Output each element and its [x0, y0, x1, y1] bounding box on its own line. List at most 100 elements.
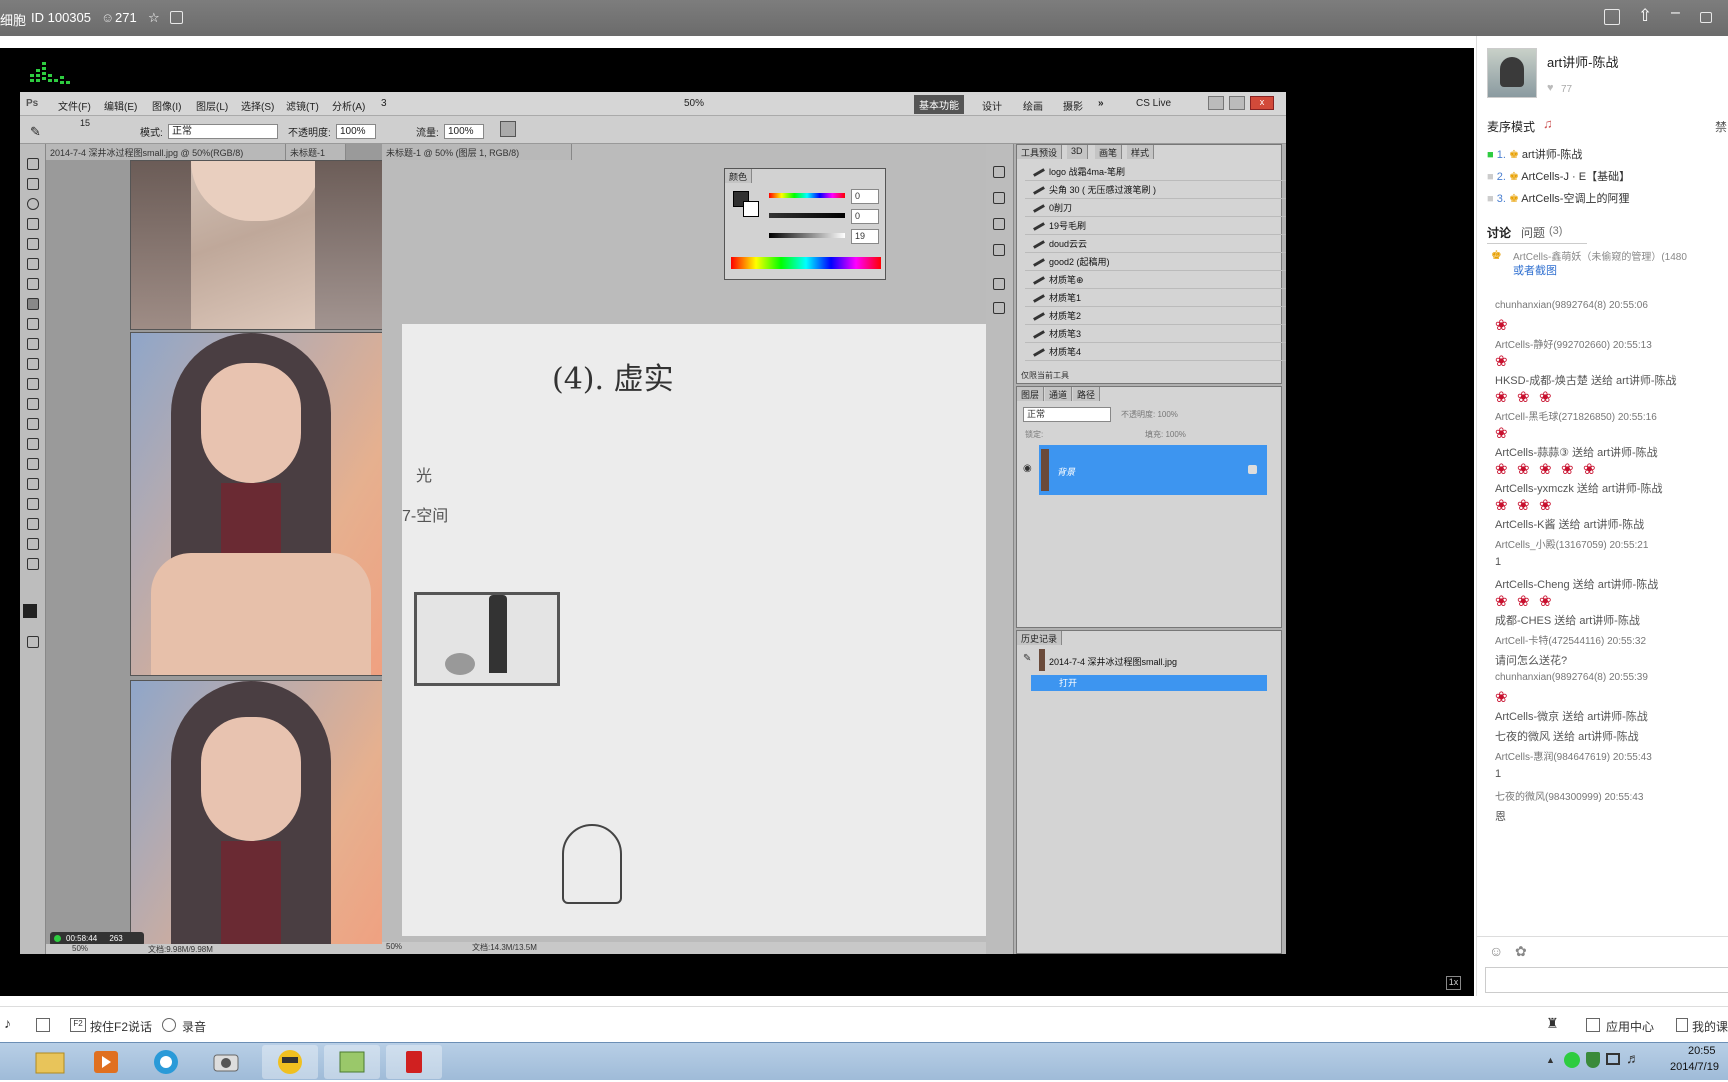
tab-paths[interactable]: 路径 [1073, 387, 1101, 401]
tray-shield-icon[interactable] [1586, 1052, 1600, 1068]
yy-app-icon[interactable] [262, 1045, 318, 1079]
brush-item[interactable]: 材质笔3 [1025, 325, 1286, 343]
copy-icon[interactable] [170, 11, 183, 24]
zoom-badge[interactable]: 1x [1446, 976, 1461, 990]
brush-tool-selected-icon[interactable] [27, 298, 39, 310]
zoom-level[interactable]: 50% [684, 98, 704, 109]
clock-time[interactable]: 20:55 [1688, 1045, 1716, 1057]
tab-styles[interactable]: 样式 [1127, 145, 1155, 159]
move-tool-icon[interactable] [27, 158, 39, 170]
eraser-tool-icon[interactable] [27, 358, 39, 370]
history-brush-icon[interactable]: ✎ [1023, 653, 1031, 664]
menu-image[interactable]: 图像(I) [152, 98, 181, 113]
brush-size[interactable]: 15 [80, 118, 90, 128]
menu-filter[interactable]: 滤镜(T) [286, 98, 319, 113]
media-player-icon[interactable] [78, 1045, 134, 1079]
brush-tool-icon[interactable]: ✎ [30, 124, 41, 140]
tab-layers[interactable]: 图层 [1017, 387, 1045, 401]
layer-row-background[interactable]: 背景 [1039, 445, 1267, 495]
queue-item[interactable]: ■ 2. ♚ ArtCells-J · E【基础】 [1487, 168, 1630, 184]
qq-browser-icon[interactable] [138, 1045, 194, 1079]
star-icon[interactable]: ☆ [148, 10, 160, 26]
notice-link[interactable]: 或者截图 [1513, 262, 1557, 278]
recorder-app-icon[interactable] [386, 1045, 442, 1079]
emoji-icon[interactable]: ☺ [1489, 943, 1503, 959]
menu-edit[interactable]: 编辑(E) [104, 98, 137, 113]
crop-tool-icon[interactable] [27, 238, 39, 250]
quick-mask-icon[interactable] [27, 636, 39, 648]
paragraph-panel-icon[interactable] [993, 302, 1005, 314]
hand-tool-icon[interactable] [27, 538, 39, 550]
app-center-button[interactable]: 应用中心 [1606, 1018, 1654, 1035]
app-grid-icon[interactable] [1586, 1018, 1600, 1032]
my-class-button[interactable]: 我的课 [1692, 1018, 1728, 1035]
dodge-tool-icon[interactable] [27, 418, 39, 430]
menu-layer[interactable]: 图层(L) [196, 98, 228, 113]
host-avatar[interactable] [1487, 48, 1537, 98]
brush-item[interactable]: 0削刀 [1025, 199, 1286, 217]
brush-item[interactable]: 材质笔⊕ [1025, 271, 1286, 289]
lasso-tool-icon[interactable] [27, 198, 39, 210]
layer-fill[interactable]: 填充: 100% [1145, 429, 1186, 440]
brush-item[interactable]: good2 (起稿用) [1025, 253, 1286, 271]
workspace-photography[interactable]: 摄影 [1063, 98, 1083, 113]
queue-item[interactable]: ■ 1. ♚ art讲师-陈战 [1487, 146, 1582, 162]
quick-select-tool-icon[interactable] [27, 218, 39, 230]
push-to-talk-button[interactable]: 按住F2说话 [90, 1018, 152, 1035]
visibility-eye-icon[interactable]: ◉ [1023, 463, 1032, 474]
history-brush-tool-icon[interactable] [27, 338, 39, 350]
tray-volume-icon[interactable]: ♬ [1626, 1050, 1640, 1066]
host-name[interactable]: art讲师-陈战 [1547, 52, 1619, 71]
color-ramp[interactable] [731, 257, 881, 269]
ps-maximize-icon[interactable] [1229, 96, 1245, 110]
tab-tool-presets[interactable]: 工具预设 [1017, 145, 1063, 159]
restore-icon[interactable] [1700, 12, 1712, 23]
skin-icon[interactable]: ⇧ [1638, 6, 1652, 26]
settings-sliders-icon[interactable] [36, 1018, 50, 1032]
brush-item[interactable]: 材质笔4 [1025, 343, 1286, 361]
heart-icon[interactable]: ♥ [1547, 82, 1554, 94]
doc1-tab2[interactable]: 未标题-1 [286, 144, 346, 160]
clock-date[interactable]: 2014/7/19 [1670, 1061, 1719, 1073]
music-icon[interactable]: ♪ [4, 1015, 11, 1031]
mode-select[interactable]: 正常 [168, 124, 278, 139]
airbrush-icon[interactable] [500, 121, 516, 137]
brush-item[interactable]: 尖角 30 ( 无压感过渡笔刷 ) [1025, 181, 1286, 199]
workspace-painting[interactable]: 绘画 [1023, 98, 1043, 113]
h-field[interactable]: 0 [851, 189, 879, 204]
cs-live[interactable]: CS Live [1136, 98, 1171, 109]
history-panel-icon[interactable] [993, 166, 1005, 178]
workspace-design[interactable]: 设计 [982, 98, 1002, 113]
layer-opacity[interactable]: 不透明度: 100% [1121, 409, 1178, 420]
bg-color-swatch[interactable] [743, 201, 759, 217]
s-field[interactable]: 0 [851, 209, 879, 224]
3d-rotate-tool-icon[interactable] [27, 518, 39, 530]
clone-source-icon[interactable] [993, 218, 1005, 230]
workspace-essentials[interactable]: 基本功能 [914, 95, 964, 114]
brightness-slider[interactable] [769, 233, 845, 238]
pen-tool-icon[interactable] [27, 438, 39, 450]
tray-network-icon[interactable] [1606, 1053, 1620, 1065]
brush-item[interactable]: doud云云 [1025, 235, 1286, 253]
tray-expand-icon[interactable]: ▲ [1546, 1055, 1555, 1065]
menu-3d[interactable]: 3 [381, 98, 387, 109]
queue-item[interactable]: ■ 3. ♚ ArtCells-空调上的阿狸 [1487, 190, 1629, 206]
tab-history[interactable]: 历史记录 [1017, 631, 1063, 645]
tab-discuss[interactable]: 讨论 [1487, 224, 1511, 241]
opacity-field[interactable]: 100% [336, 124, 376, 139]
tab-question[interactable]: 问题 [1521, 224, 1545, 241]
history-step-open[interactable]: 打开 [1031, 675, 1267, 691]
path-select-tool-icon[interactable] [27, 478, 39, 490]
flow-field[interactable]: 100% [444, 124, 484, 139]
brush-item[interactable]: logo 战霜4ma-笔刷 [1025, 163, 1286, 181]
shape-tool-icon[interactable] [27, 498, 39, 510]
flower-gift-icon[interactable]: ✿ [1515, 943, 1527, 960]
camera-app-icon[interactable] [198, 1045, 254, 1079]
hue-slider[interactable] [769, 193, 845, 198]
doc1-tab[interactable]: 2014-7-4 深井冰过程图small.jpg @ 50%(RGB/8) [46, 144, 286, 160]
doc2-tab[interactable]: 未标题-1 @ 50% (图层 1, RGB/8) [382, 144, 572, 160]
brush-item[interactable]: 19号毛刷 [1025, 217, 1286, 235]
eyedropper-tool-icon[interactable] [27, 258, 39, 270]
more-workspaces-icon[interactable]: » [1098, 98, 1104, 109]
ps-minimize-icon[interactable] [1208, 96, 1224, 110]
